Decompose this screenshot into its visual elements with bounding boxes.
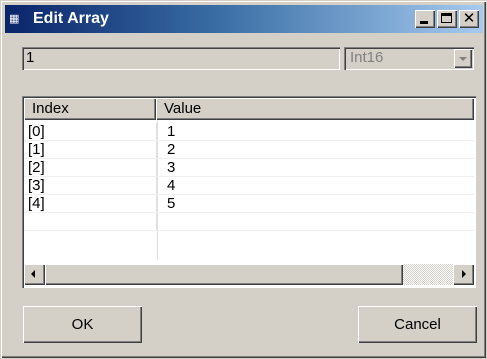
index-cell: [3] xyxy=(24,177,157,194)
window-title: Edit Array xyxy=(33,10,109,27)
maximize-icon xyxy=(441,13,452,23)
window-controls: ✕ xyxy=(415,10,479,28)
close-button[interactable]: ✕ xyxy=(459,10,479,28)
value-cell xyxy=(157,213,474,230)
horizontal-scrollbar[interactable] xyxy=(24,264,474,285)
table-row[interactable]: [0] 1 xyxy=(24,123,474,141)
edit-array-dialog: ▦ Edit Array ✕ 1 Int16 Index Value [0] 1 xyxy=(0,0,487,359)
index-cell: [0] xyxy=(24,123,157,140)
table-rows: [0] 1 [1] 2 [2] 3 [3] 4 [4] 5 xyxy=(24,123,474,231)
scrollbar-thumb[interactable] xyxy=(45,264,403,285)
type-dropdown[interactable]: Int16 xyxy=(344,47,474,70)
value-input[interactable]: 1 xyxy=(22,47,340,70)
cancel-button[interactable]: Cancel xyxy=(358,306,477,343)
value-cell: 1 xyxy=(167,123,176,140)
maximize-button[interactable] xyxy=(437,10,457,28)
close-icon: ✕ xyxy=(462,9,476,27)
table-row-empty[interactable] xyxy=(24,213,474,231)
value-cell: 5 xyxy=(167,195,176,212)
minimize-button[interactable] xyxy=(415,10,435,28)
index-cell: [1] xyxy=(24,141,157,158)
chevron-down-icon[interactable] xyxy=(454,49,472,68)
title-bar[interactable]: ▦ Edit Array ✕ xyxy=(5,5,483,33)
table-row[interactable]: [1] 2 xyxy=(24,141,474,159)
scroll-left-icon[interactable] xyxy=(24,264,45,285)
type-dropdown-value: Int16 xyxy=(350,49,384,66)
table-row[interactable]: [2] 3 xyxy=(24,159,474,177)
ok-button[interactable]: OK xyxy=(23,306,142,343)
column-header-value[interactable]: Value xyxy=(156,98,474,120)
minimize-icon xyxy=(420,21,428,24)
index-cell xyxy=(24,213,157,230)
index-cell: [4] xyxy=(24,195,157,212)
array-list-view[interactable]: Index Value [0] 1 [1] 2 [2] 3 [3] 4 [4] … xyxy=(22,96,476,288)
index-cell: [2] xyxy=(24,159,157,176)
table-row[interactable]: [4] 5 xyxy=(24,195,474,213)
value-cell: 2 xyxy=(167,141,176,158)
scroll-right-icon[interactable] xyxy=(453,264,474,285)
app-icon: ▦ xyxy=(9,12,19,25)
value-cell: 3 xyxy=(167,159,176,176)
table-row[interactable]: [3] 4 xyxy=(24,177,474,195)
value-cell: 4 xyxy=(167,177,176,194)
column-header-index[interactable]: Index xyxy=(24,98,156,120)
